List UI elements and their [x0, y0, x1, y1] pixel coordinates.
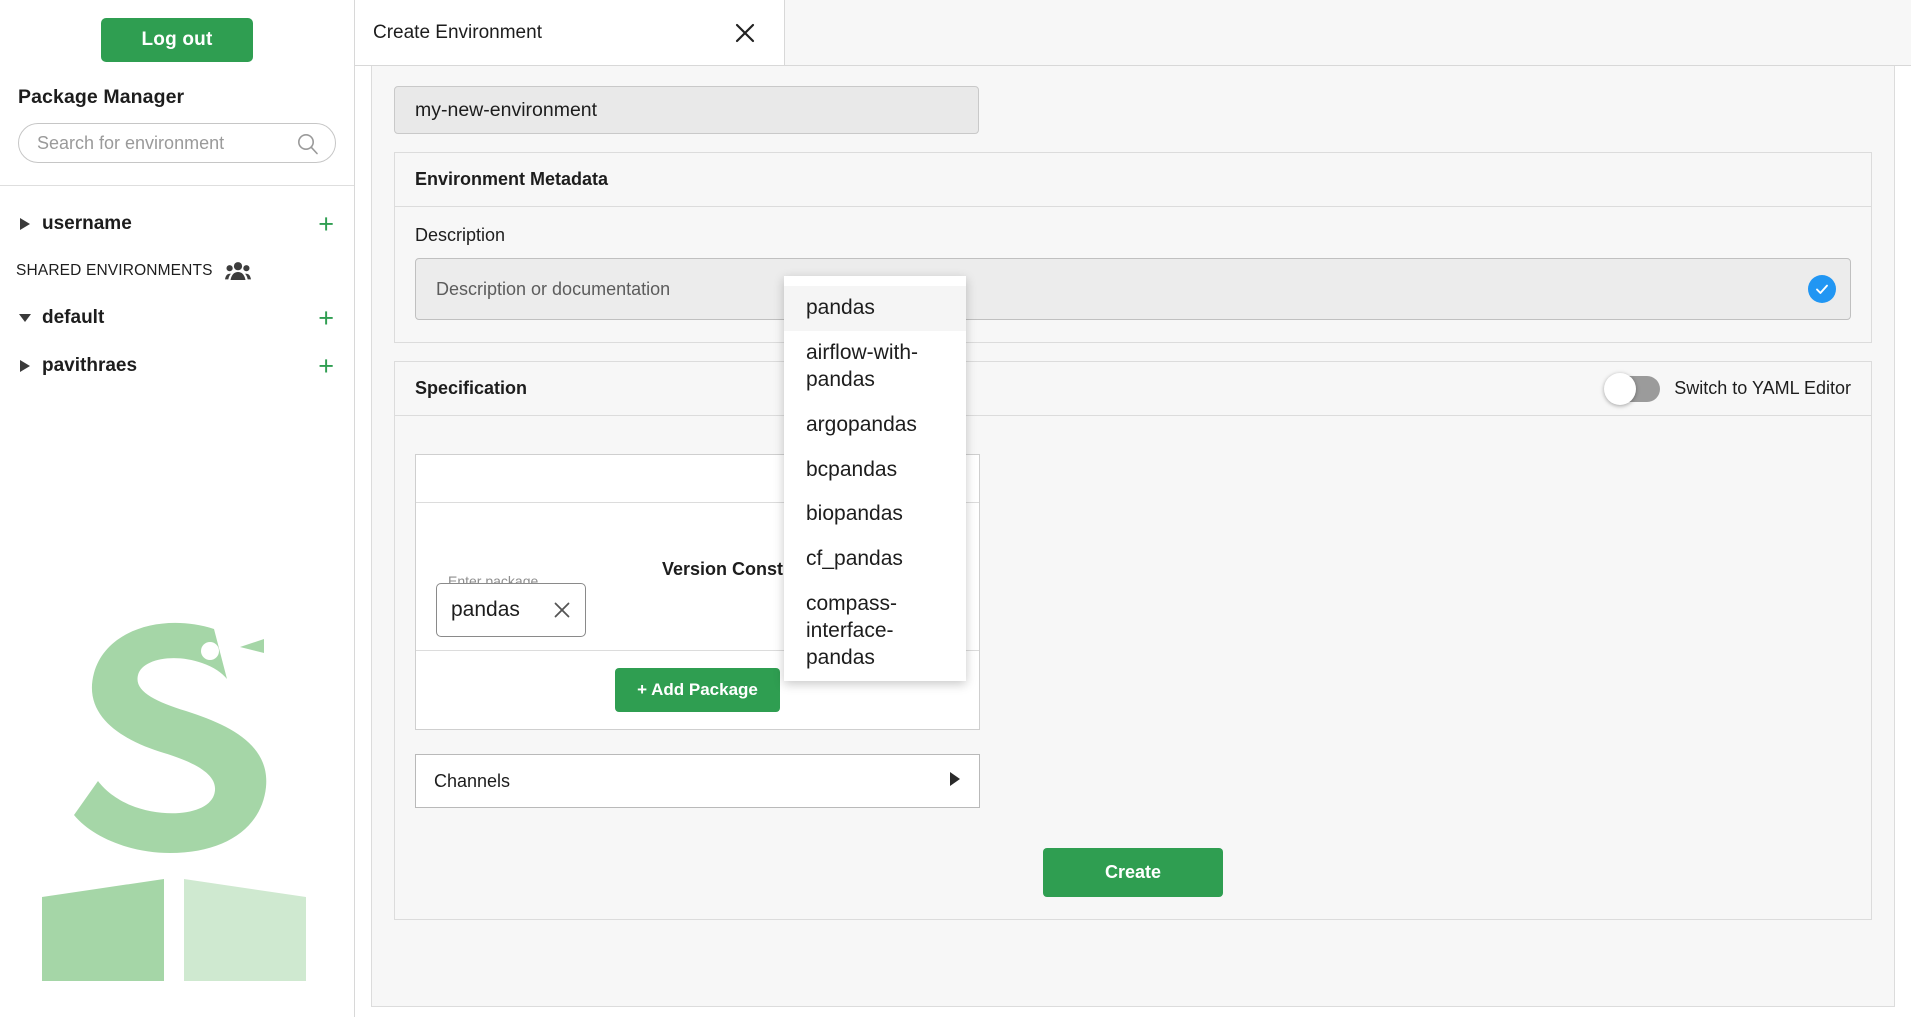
yaml-editor-toggle-group: Switch to YAML Editor — [1606, 376, 1851, 402]
sidebar-item-label: default — [42, 307, 318, 329]
environment-name-input[interactable] — [413, 98, 960, 123]
specification-header: Specification Switch to YAML Editor — [395, 362, 1871, 416]
page-title: Package Manager — [18, 86, 354, 109]
tab-create-environment[interactable]: Create Environment — [355, 0, 785, 65]
sidebar-item-label: username — [42, 213, 318, 235]
add-package-button[interactable]: + Add Package — [615, 668, 780, 712]
clear-icon[interactable] — [551, 599, 573, 621]
add-environment-button[interactable]: + — [318, 305, 336, 332]
sidebar-item-default[interactable]: default + — [0, 294, 354, 342]
logout-row: Log out — [0, 0, 354, 62]
environment-metadata-header: Environment Metadata — [395, 153, 1871, 207]
section-title: Specification — [415, 378, 527, 399]
sidebar-item-label: pavithraes — [42, 355, 318, 377]
toggle-knob — [1604, 373, 1636, 405]
section-title: Environment Metadata — [415, 169, 608, 190]
chevron-right-icon[interactable] — [949, 771, 961, 792]
close-icon[interactable] — [732, 20, 758, 46]
tab-bar: Create Environment — [355, 0, 1911, 66]
chevron-down-icon[interactable] — [14, 312, 36, 324]
package-input[interactable]: pandas — [436, 583, 586, 637]
create-environment-panel: Environment Metadata Description — [371, 66, 1895, 1007]
description-field[interactable] — [415, 258, 1851, 320]
main-content: Create Environment Environment Metadata — [355, 0, 1911, 1017]
yaml-editor-toggle[interactable] — [1606, 376, 1660, 402]
sidebar: Log out Package Manager username — [0, 0, 355, 1017]
add-environment-button[interactable]: + — [318, 211, 336, 238]
autocomplete-option[interactable]: bcpandas — [784, 448, 966, 493]
channels-accordion[interactable]: Channels — [415, 754, 980, 808]
logout-button[interactable]: Log out — [101, 18, 253, 62]
search-box[interactable] — [18, 123, 336, 163]
environment-metadata-section: Environment Metadata Description — [394, 152, 1872, 343]
search-icon — [297, 133, 319, 155]
logo — [14, 601, 344, 981]
description-label: Description — [415, 225, 1851, 246]
app-root: Log out Package Manager username — [0, 0, 1911, 1017]
tab-label: Create Environment — [373, 22, 732, 44]
autocomplete-option[interactable]: airflow-with-pandas — [784, 331, 966, 403]
sidebar-item-pavithraes[interactable]: pavithraes + — [0, 342, 354, 390]
environment-name-field[interactable] — [394, 86, 979, 134]
description-input[interactable] — [434, 278, 1832, 301]
environment-tree: username + SHARED ENVIRONMENTS — [0, 186, 354, 390]
package-input-value: pandas — [451, 598, 520, 622]
autocomplete-option[interactable]: biopandas — [784, 492, 966, 537]
channels-label: Channels — [434, 771, 510, 792]
people-icon — [225, 261, 251, 281]
package-input-wrap: Enter package pandas — [436, 583, 586, 637]
yaml-editor-toggle-label: Switch to YAML Editor — [1674, 378, 1851, 399]
sidebar-item-username[interactable]: username + — [0, 200, 354, 248]
check-icon — [1814, 281, 1830, 297]
search-input[interactable] — [19, 124, 335, 162]
create-button[interactable]: Create — [1043, 848, 1223, 897]
specification-body: Version Constraint Enter package pandas — [395, 416, 1871, 919]
chevron-right-icon[interactable] — [14, 217, 36, 231]
specification-section: Specification Switch to YAML Editor — [394, 361, 1872, 920]
autocomplete-option[interactable]: compass-interface-pandas — [784, 582, 966, 681]
add-environment-button[interactable]: + — [318, 353, 336, 380]
create-row: Create — [415, 848, 1851, 897]
chevron-right-icon[interactable] — [14, 359, 36, 373]
autocomplete-option[interactable]: pandas — [784, 286, 966, 331]
shared-environments-heading: SHARED ENVIRONMENTS — [0, 248, 354, 294]
package-autocomplete-dropdown[interactable]: pandas airflow-with-pandas argopandas bc… — [784, 276, 966, 681]
environment-metadata-body: Description — [395, 207, 1871, 342]
search-container — [0, 109, 354, 163]
autocomplete-option[interactable]: argopandas — [784, 403, 966, 448]
shared-environments-label: SHARED ENVIRONMENTS — [16, 262, 213, 280]
autocomplete-option[interactable]: cf_pandas — [784, 537, 966, 582]
confirm-description-button[interactable] — [1808, 275, 1836, 303]
